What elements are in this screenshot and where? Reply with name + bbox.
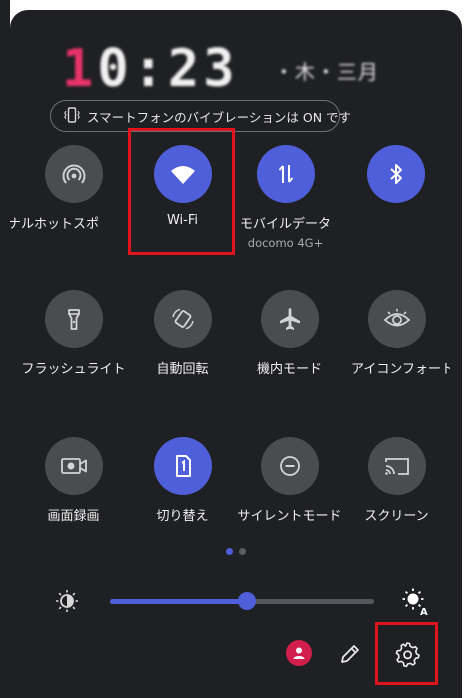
- tile-mobile-data[interactable]: モバイルデータ docomo 4G+: [232, 145, 339, 250]
- tile-mobile-data-button[interactable]: [256, 145, 315, 203]
- tile-screen-record-label: 画面録画: [47, 509, 100, 524]
- user-avatar-icon[interactable]: [286, 640, 312, 666]
- tile-mobile-data-carrier: docomo 4G+: [247, 236, 324, 250]
- tile-icon-font-label: アイコンフォート: [351, 362, 450, 377]
- tile-silent-label: サイレントモード: [237, 509, 342, 524]
- tile-auto-rotate[interactable]: 自動回転: [129, 290, 236, 377]
- clock-date: ・木・三月: [273, 60, 379, 84]
- page-indicator: [226, 548, 246, 555]
- tile-flashlight-label: フラッシュライト: [21, 362, 126, 377]
- tile-sim-switch[interactable]: 切り替え: [129, 437, 236, 524]
- tile-auto-rotate-label: 自動回転: [156, 362, 209, 377]
- tile-hotspot-label: ナルホットスポ: [10, 217, 100, 232]
- svg-text:A: A: [420, 607, 428, 616]
- bluetooth-icon: [389, 164, 402, 184]
- brightness-slider-thumb[interactable]: [238, 592, 257, 610]
- cast-icon: [384, 458, 409, 475]
- sim-card-icon: [175, 455, 191, 477]
- left-edge: [0, 0, 10, 698]
- do-not-disturb-icon: [279, 456, 300, 476]
- tile-screen-record-button[interactable]: [44, 437, 103, 495]
- tile-flashlight[interactable]: フラッシュライト: [20, 290, 127, 377]
- tile-hotspot-button[interactable]: [44, 145, 103, 203]
- tile-screen-record[interactable]: 画面録画: [20, 437, 127, 524]
- clock: 10:23 ・木・三月: [62, 38, 379, 100]
- flashlight-icon: [67, 309, 80, 330]
- tile-airplane[interactable]: 機内モード: [236, 290, 343, 377]
- tile-screencast-button[interactable]: [367, 437, 426, 495]
- tile-auto-rotate-button[interactable]: [153, 290, 212, 348]
- tile-silent[interactable]: サイレントモード: [236, 437, 343, 524]
- brightness-slider[interactable]: [110, 592, 374, 610]
- rotate-icon: [171, 308, 194, 330]
- clock-prefix: 1: [62, 39, 98, 99]
- tile-bluetooth[interactable]: [342, 145, 449, 213]
- vibration-notice-text: スマートフォンのバイブレーションは ON です: [87, 109, 352, 125]
- pencil-icon[interactable]: [336, 640, 364, 668]
- tile-icon-font-button[interactable]: [367, 290, 426, 348]
- tile-hotspot[interactable]: ナルホットスポ: [10, 145, 127, 232]
- brightness-auto-icon[interactable]: A: [400, 586, 430, 616]
- tile-screencast-label: スクリーン: [364, 509, 429, 524]
- quick-settings-panel: 10:23 ・木・三月 スマートフォンのバイブレーションは ON です ナルホッ…: [10, 10, 462, 698]
- tile-bluetooth-button[interactable]: [366, 145, 425, 203]
- eye-icon: [383, 309, 410, 327]
- data-arrows-icon: [278, 165, 293, 183]
- tile-silent-button[interactable]: [260, 437, 319, 495]
- brightness-slider-fill: [110, 599, 248, 604]
- tile-airplane-label: 機内モード: [256, 362, 322, 377]
- vibrate-phone-icon: [63, 106, 81, 127]
- tile-airplane-button[interactable]: [260, 290, 319, 348]
- tile-flashlight-button[interactable]: [44, 290, 103, 348]
- tile-screencast[interactable]: スクリーン: [343, 437, 450, 524]
- page-dot-2[interactable]: [239, 548, 246, 555]
- tile-sim-switch-label: 切り替え: [156, 509, 209, 524]
- page-dot-1[interactable]: [226, 548, 233, 555]
- airplane-icon: [279, 308, 300, 330]
- brightness-low-icon: [54, 588, 80, 614]
- tile-sim-switch-button[interactable]: [153, 437, 212, 495]
- hotspot-icon: [62, 164, 85, 184]
- settings-highlight-box: [375, 622, 438, 685]
- video-camera-icon: [60, 458, 87, 474]
- wifi-highlight-box: [128, 128, 235, 255]
- clock-time: 0:23: [97, 39, 239, 99]
- tile-mobile-data-label: モバイルデータ: [239, 217, 331, 232]
- tile-icon-font[interactable]: アイコンフォート: [343, 290, 450, 377]
